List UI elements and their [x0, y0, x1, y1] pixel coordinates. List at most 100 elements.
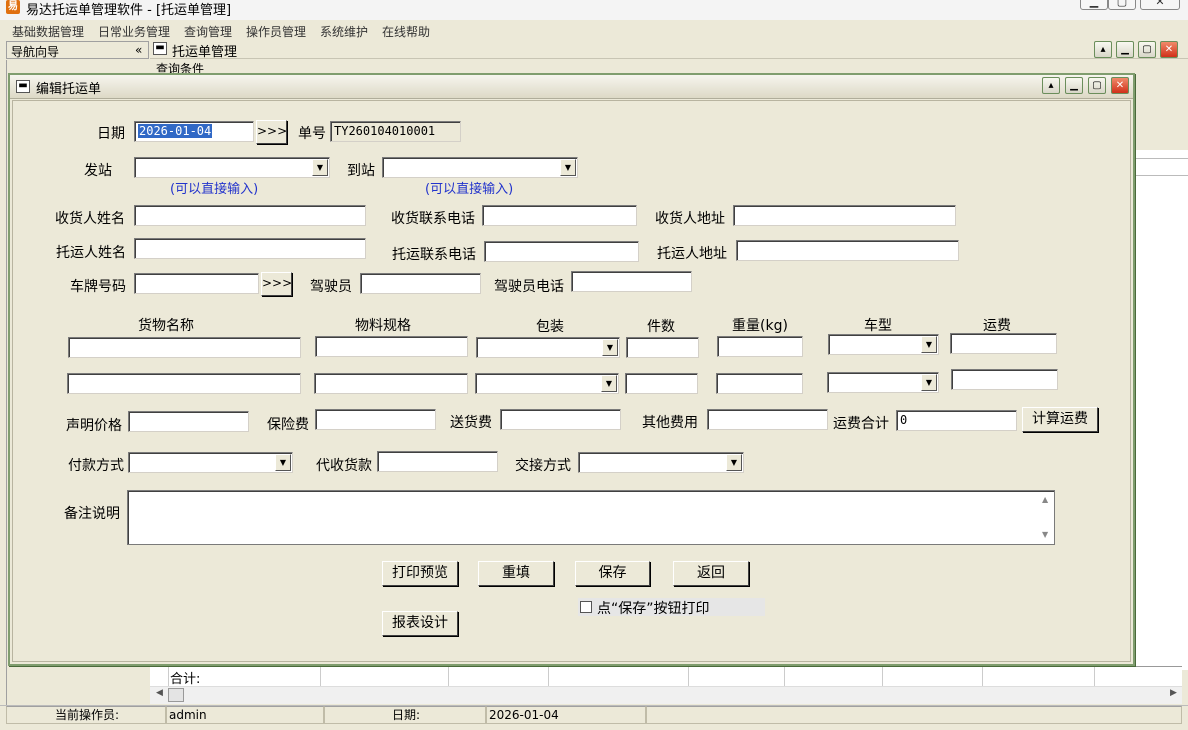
dialog-system-menu-icon[interactable]: ▬: [16, 80, 30, 93]
menu-item-query[interactable]: 查询管理: [184, 23, 232, 40]
chevron-down-icon[interactable]: ▼: [602, 339, 618, 356]
records-grid: [1134, 150, 1188, 670]
date-picker-button[interactable]: >>>: [256, 120, 287, 144]
payment-method-combo[interactable]: ▼: [128, 452, 293, 473]
plate-picker-button[interactable]: >>>: [261, 272, 292, 296]
chevron-down-icon[interactable]: ▼: [312, 159, 328, 176]
menu-item-system[interactable]: 系统维护: [320, 23, 368, 40]
shipper-name-field[interactable]: [134, 238, 366, 259]
goods-count-field-2[interactable]: [625, 373, 698, 394]
maximize-button[interactable]: ▢: [1108, 0, 1136, 10]
back-button[interactable]: 返回: [673, 561, 749, 586]
delivery-fee-label: 送货费: [450, 415, 492, 431]
shipper-phone-label: 托运联系电话: [392, 247, 476, 263]
driver-phone-label: 驾驶员电话: [494, 279, 564, 295]
shipper-phone-field[interactable]: [484, 241, 639, 262]
goods-spec-header: 物料规格: [355, 318, 411, 334]
chevron-down-icon[interactable]: ▼: [275, 454, 291, 471]
chevron-down-icon[interactable]: ▼: [560, 159, 576, 176]
receiver-phone-field[interactable]: [482, 205, 637, 226]
reset-button[interactable]: 重填: [478, 561, 554, 586]
cod-field[interactable]: [377, 451, 498, 472]
system-menu-icon[interactable]: ▬: [153, 42, 167, 55]
goods-freight-field-2[interactable]: [951, 369, 1058, 390]
date-field[interactable]: 2026-01-04: [134, 121, 254, 142]
from-station-combo[interactable]: ▼: [134, 157, 330, 178]
receiver-name-field[interactable]: [134, 205, 366, 226]
app-icon: 易: [6, 0, 20, 14]
save-button[interactable]: 保存: [575, 561, 650, 586]
grid-cell-divider: [320, 667, 321, 686]
grid-cell-divider: [982, 667, 983, 686]
menu-item-operator[interactable]: 操作员管理: [246, 23, 306, 40]
print-preview-button[interactable]: 打印预览: [382, 561, 458, 586]
goods-name-field-1[interactable]: [68, 337, 301, 358]
delivery-fee-field[interactable]: [500, 409, 621, 430]
horizontal-scrollbar[interactable]: [150, 686, 1182, 704]
report-design-button[interactable]: 报表设计: [382, 611, 458, 636]
from-station-hint: (可以直接输入): [170, 182, 259, 197]
menu-item-help[interactable]: 在线帮助: [382, 23, 430, 40]
chevron-down-icon[interactable]: ▼: [921, 374, 937, 391]
dialog-maximize-button[interactable]: ▢: [1088, 77, 1106, 94]
receiver-name-label: 收货人姓名: [55, 211, 125, 227]
chevron-down-icon[interactable]: ▼: [601, 375, 617, 392]
goods-weight-field-2[interactable]: [716, 373, 803, 394]
goods-package-combo-2[interactable]: ▼: [475, 373, 619, 394]
scroll-left-icon[interactable]: ◀: [156, 688, 163, 698]
shipper-address-label: 托运人地址: [657, 246, 727, 262]
grid-total-row: [150, 666, 1182, 686]
goods-spec-field-1[interactable]: [315, 336, 468, 357]
dialog-close-button[interactable]: ✕: [1111, 77, 1129, 94]
calculate-freight-button[interactable]: 计算运费: [1022, 407, 1098, 432]
mdi-close-button[interactable]: ✕: [1160, 41, 1178, 58]
date-field-value: 2026-01-04: [138, 124, 213, 138]
goods-name-field-2[interactable]: [67, 373, 301, 394]
goods-spec-field-2[interactable]: [314, 373, 468, 394]
goods-package-combo-1[interactable]: ▼: [476, 337, 620, 358]
goods-count-field-1[interactable]: [626, 337, 699, 358]
menu-bar: [0, 20, 1188, 40]
scrollbar-thumb[interactable]: [168, 688, 184, 702]
scroll-right-icon[interactable]: ▶: [1170, 688, 1177, 698]
goods-weight-header: 重量(kg): [732, 318, 788, 334]
shipper-address-field[interactable]: [736, 240, 959, 261]
payment-method-label: 付款方式: [68, 458, 124, 474]
handover-method-combo[interactable]: ▼: [578, 452, 744, 473]
declared-value-field[interactable]: [128, 411, 249, 432]
dialog-restore-up-button[interactable]: ▴: [1042, 77, 1060, 94]
scroll-up-icon[interactable]: ▲: [1042, 495, 1048, 504]
close-button[interactable]: ✕: [1140, 0, 1180, 10]
driver-field[interactable]: [360, 273, 481, 294]
goods-vehicle-type-combo-1[interactable]: ▼: [828, 334, 939, 355]
mdi-maximize-button[interactable]: ▢: [1138, 41, 1156, 58]
print-on-save-label[interactable]: 点“保存”按钮打印: [597, 598, 710, 618]
from-station-label: 发站: [84, 163, 112, 179]
insurance-field[interactable]: [315, 409, 436, 430]
restore-up-button[interactable]: ▴: [1094, 41, 1112, 58]
minimize-button[interactable]: ▁: [1080, 0, 1108, 10]
mdi-minimize-button[interactable]: ▁: [1116, 41, 1134, 58]
collapse-icon[interactable]: «: [135, 43, 142, 57]
scroll-down-icon[interactable]: ▼: [1042, 530, 1048, 539]
remarks-textarea[interactable]: [127, 490, 1055, 545]
driver-phone-field[interactable]: [571, 271, 692, 292]
chevron-down-icon[interactable]: ▼: [726, 454, 742, 471]
grid-divider: [1134, 158, 1188, 159]
chevron-down-icon[interactable]: ▼: [921, 336, 937, 353]
to-station-combo[interactable]: ▼: [382, 157, 578, 178]
print-on-save-checkbox[interactable]: [580, 601, 592, 613]
dialog-minimize-button[interactable]: ▁: [1065, 77, 1083, 94]
receiver-address-field[interactable]: [733, 205, 956, 226]
plate-field[interactable]: [134, 273, 259, 294]
other-fee-field[interactable]: [707, 409, 828, 430]
goods-freight-field-1[interactable]: [950, 333, 1057, 354]
goods-vehicle-type-combo-2[interactable]: ▼: [827, 372, 939, 393]
goods-package-header: 包装: [536, 319, 564, 335]
menu-item-basic-data[interactable]: 基础数据管理: [12, 23, 84, 40]
goods-weight-field-1[interactable]: [717, 336, 803, 357]
menu-item-daily-business[interactable]: 日常业务管理: [98, 23, 170, 40]
freight-total-field[interactable]: 0: [896, 410, 1017, 431]
grid-cell-divider: [784, 667, 785, 686]
nav-pane-title: 导航向导: [11, 45, 60, 59]
